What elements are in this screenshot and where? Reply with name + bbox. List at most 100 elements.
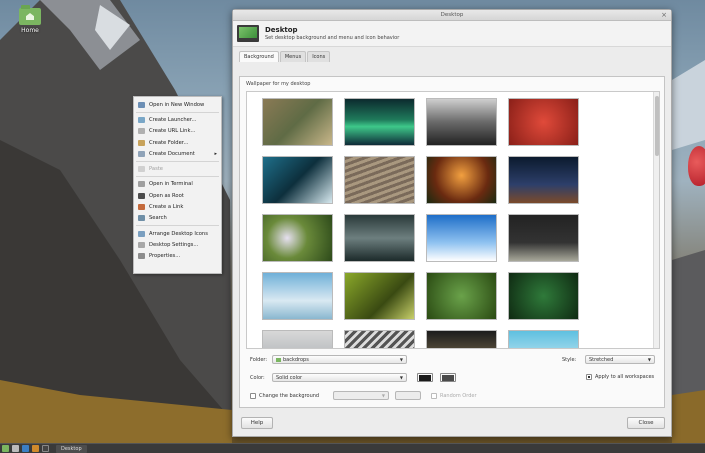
paste-icon: [138, 166, 145, 173]
menu-item-create-folder[interactable]: Create Folder...: [134, 137, 221, 148]
wallpaper-thumbnail[interactable]: [344, 330, 415, 348]
help-button[interactable]: Help: [241, 417, 273, 429]
menu-item-label: Search: [149, 215, 167, 222]
interval-select[interactable]: ▼: [333, 391, 389, 400]
wallpaper-thumbnail[interactable]: [262, 272, 333, 320]
tab-icons[interactable]: Icons: [307, 51, 331, 62]
menu-item-label: Properties...: [149, 253, 181, 260]
wallpaper-thumbnail[interactable]: [426, 156, 497, 204]
desktop-icon-home[interactable]: Home: [14, 5, 46, 34]
style-row: Style: Stretched ▼: [562, 355, 655, 364]
header-subtitle: Set desktop background and menu and icon…: [265, 35, 400, 41]
color-row: Color: Solid color ▼: [250, 373, 456, 382]
chevron-down-icon: ▼: [647, 357, 651, 362]
wallpaper-thumbnail[interactable]: [508, 272, 579, 320]
wallpaper-thumbnail[interactable]: [508, 330, 579, 348]
search-icon: [138, 215, 145, 222]
wallpaper-gallery[interactable]: [246, 91, 660, 349]
show-desktop-icon[interactable]: [12, 445, 19, 452]
desktop-settings-dialog: Desktop × Desktop Set desktop background…: [232, 9, 672, 437]
launcher-icon: [138, 116, 145, 123]
menu-item-label: Create Launcher...: [149, 116, 197, 123]
color2-button[interactable]: [440, 373, 456, 382]
menu-item-create-document[interactable]: Create Document ▸: [134, 148, 221, 159]
tab-menus[interactable]: Menus: [279, 51, 307, 62]
document-icon: [138, 150, 145, 157]
menu-item-properties[interactable]: Properties...: [134, 251, 221, 262]
settings-icon: [138, 241, 145, 248]
wallpaper-thumbnail[interactable]: [426, 330, 497, 348]
wallpaper-thumbnail[interactable]: [262, 330, 333, 348]
scrollbar-thumb[interactable]: [655, 96, 659, 156]
wallpaper-thumbnail[interactable]: [262, 156, 333, 204]
menu-item-create-url-link[interactable]: Create URL Link...: [134, 126, 221, 137]
folder-select[interactable]: backdrops ▼: [272, 355, 407, 364]
wallpaper-thumbnail[interactable]: [344, 156, 415, 204]
random-order-label: Random Order: [440, 392, 477, 399]
folder-row: Folder: backdrops ▼: [250, 355, 407, 364]
window-icon: [138, 101, 145, 108]
menu-item-label: Paste: [149, 166, 164, 173]
change-bg-checkbox[interactable]: [250, 392, 256, 399]
background-panel: Wallpaper for my desktop Folder: backdro…: [239, 76, 665, 408]
menu-icon[interactable]: [2, 445, 9, 452]
menu-item-desktop-settings[interactable]: Desktop Settings...: [134, 239, 221, 250]
root-icon: [138, 192, 145, 199]
close-button[interactable]: Close: [627, 417, 665, 429]
menu-item-open-as-root[interactable]: Open as Root: [134, 190, 221, 201]
menu-item-label: Create a Link: [149, 204, 184, 211]
menu-item-label: Create URL Link...: [149, 128, 196, 135]
menu-item-label: Create Folder...: [149, 139, 189, 146]
files-icon[interactable]: [32, 445, 39, 452]
apply-all-label: Apply to all workspaces: [595, 374, 655, 380]
browser-icon[interactable]: [22, 445, 29, 452]
gallery-scrollbar[interactable]: [653, 92, 659, 348]
wallpaper-thumbnail[interactable]: [508, 98, 579, 146]
menu-item-search[interactable]: Search: [134, 213, 221, 224]
menu-item-create-launcher[interactable]: Create Launcher...: [134, 114, 221, 125]
window-close-icon[interactable]: ×: [661, 11, 667, 19]
style-select[interactable]: Stretched ▼: [585, 355, 655, 364]
wallpaper-thumbnail[interactable]: [508, 214, 579, 262]
color2-swatch: [442, 374, 454, 381]
wallpaper-thumbnail[interactable]: [262, 214, 333, 262]
tab-background[interactable]: Background: [239, 51, 279, 62]
random-order-checkbox[interactable]: [431, 392, 437, 399]
link-icon: [138, 128, 145, 135]
menu-separator: [136, 111, 219, 113]
interval-spinner[interactable]: [395, 391, 421, 400]
apply-all-row[interactable]: Apply to all workspaces: [586, 374, 654, 380]
create-link-icon: [138, 204, 145, 211]
wallpaper-thumbnail[interactable]: [262, 98, 333, 146]
chevron-down-icon: ▼: [399, 375, 403, 380]
color-mode-select[interactable]: Solid color ▼: [272, 373, 407, 382]
menu-item-label: Create Document: [149, 150, 195, 157]
window-titlebar[interactable]: Desktop ×: [233, 10, 671, 21]
wallpaper-thumbnail[interactable]: [426, 272, 497, 320]
color1-button[interactable]: [417, 373, 433, 382]
apply-all-checkbox[interactable]: [586, 374, 592, 380]
wallpaper-thumbnail[interactable]: [508, 156, 579, 204]
properties-icon: [138, 253, 145, 260]
wallpaper-thumbnail[interactable]: [344, 272, 415, 320]
terminal-icon[interactable]: [42, 445, 49, 452]
wallpaper-thumbnail[interactable]: [344, 98, 415, 146]
home-folder-icon: [19, 5, 41, 25]
menu-item-open-in-new-window[interactable]: Open in New Window: [134, 99, 221, 110]
menu-item-label: Desktop Settings...: [149, 241, 199, 248]
wallpaper-thumbnail[interactable]: [426, 98, 497, 146]
window-title: Desktop: [440, 12, 464, 18]
header-title: Desktop: [265, 26, 298, 34]
menu-separator: [136, 176, 219, 178]
wallpaper-thumbnail[interactable]: [344, 214, 415, 262]
wallpaper-thumbnail[interactable]: [426, 214, 497, 262]
menu-item-label: Open in New Window: [149, 101, 205, 108]
style-value: Stretched: [589, 356, 614, 363]
home-label: Home: [21, 27, 39, 34]
menu-item-arrange-desktop-icons[interactable]: Arrange Desktop Icons: [134, 228, 221, 239]
menu-item-create-a-link[interactable]: Create a Link: [134, 201, 221, 212]
taskbar-item-desktop[interactable]: Desktop: [56, 444, 87, 453]
desktop-context-menu: Open in New Window Create Launcher... Crea…: [133, 96, 222, 274]
color-mode-value: Solid color: [276, 374, 303, 381]
menu-item-open-in-terminal[interactable]: Open in Terminal: [134, 179, 221, 190]
